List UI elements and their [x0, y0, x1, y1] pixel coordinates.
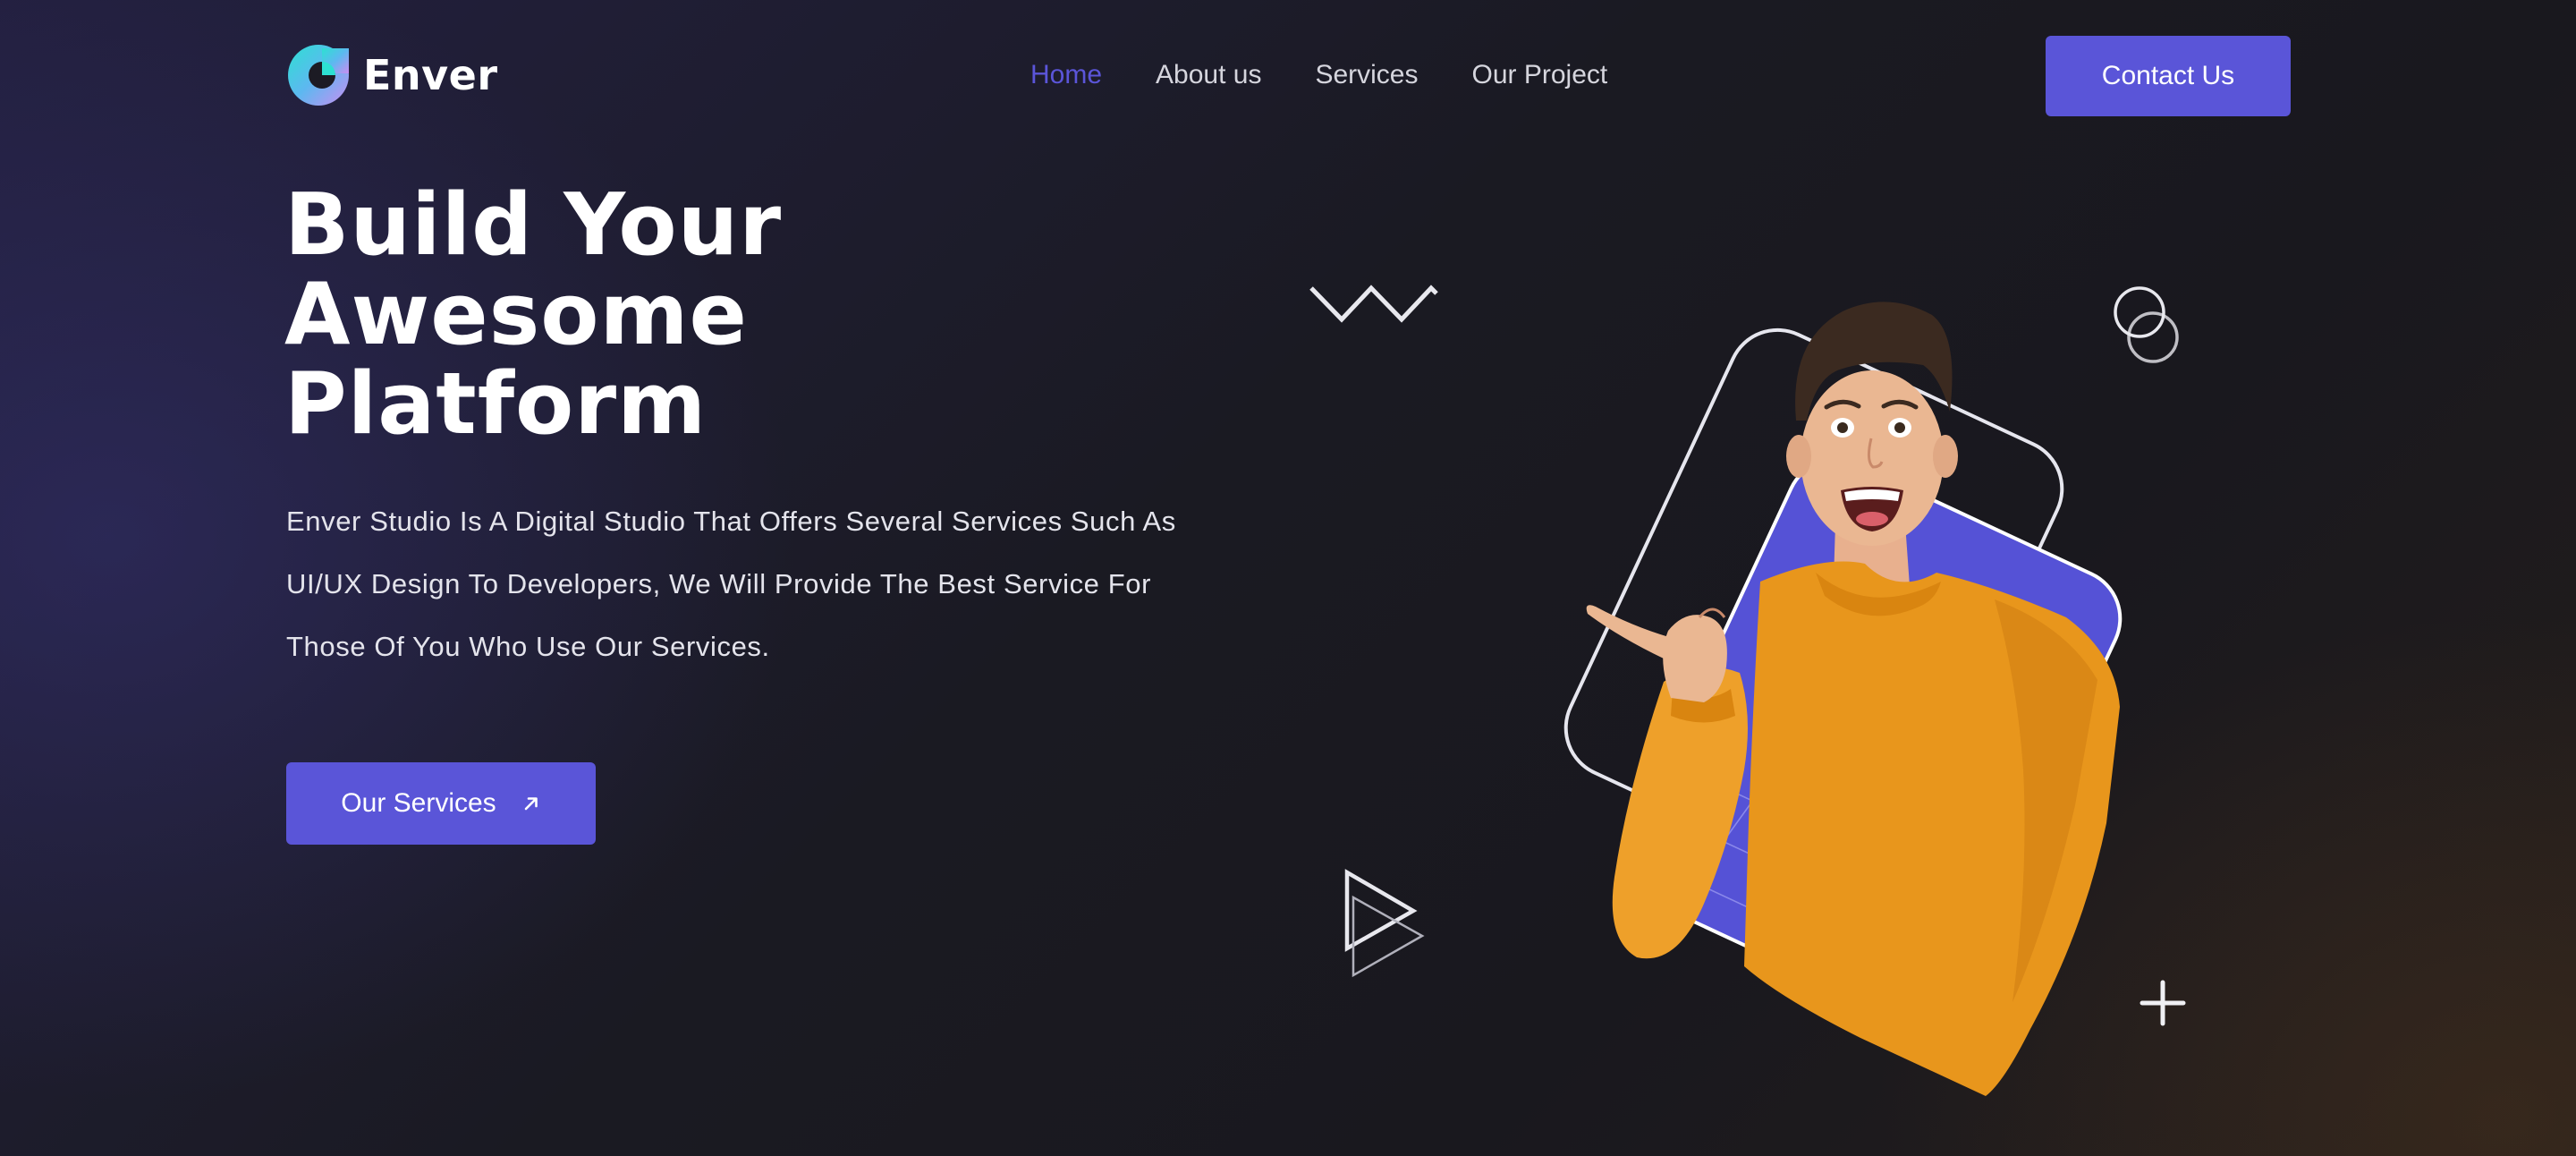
hero-title: Build Your Awesome Platform [284, 181, 782, 449]
hero-title-line: Awesome [284, 266, 748, 364]
nav-item-about-us[interactable]: About us [1156, 55, 1261, 95]
ring-logo-icon [288, 45, 349, 106]
main-nav: Home About us Services Our Project [1030, 55, 1607, 95]
hero-description: Enver Studio Is A Digital Studio That Of… [286, 490, 1279, 678]
brand-logo[interactable]: Enver [286, 43, 498, 107]
nav-item-home[interactable]: Home [1030, 55, 1102, 95]
zigzag-icon [1309, 285, 1438, 323]
excited-man-image [1586, 302, 2120, 1096]
brand-name: Enver [363, 51, 498, 99]
arrow-up-right-icon [524, 797, 538, 811]
hero-title-line: Platform [284, 355, 708, 454]
double-circle-icon [2114, 286, 2179, 363]
hero-title-line: Build Your [284, 176, 783, 275]
photo-card [1622, 457, 2123, 1033]
hero-description-line: UI/UX Design To Developers, We Will Prov… [286, 568, 1152, 599]
our-services-button[interactable]: Our Services [286, 762, 596, 845]
plus-icon [2140, 980, 2186, 1026]
double-triangle-icon [1344, 869, 1425, 978]
hero-description-line: Those Of You Who Use Our Services. [286, 631, 770, 662]
nav-item-our-project[interactable]: Our Project [1472, 55, 1608, 95]
outline-card [1563, 327, 2064, 889]
our-services-label: Our Services [341, 788, 496, 818]
contact-us-button[interactable]: Contact Us [2046, 36, 2291, 116]
hero-description-line: Enver Studio Is A Digital Studio That Of… [286, 506, 1176, 537]
nav-item-services[interactable]: Services [1315, 55, 1418, 95]
